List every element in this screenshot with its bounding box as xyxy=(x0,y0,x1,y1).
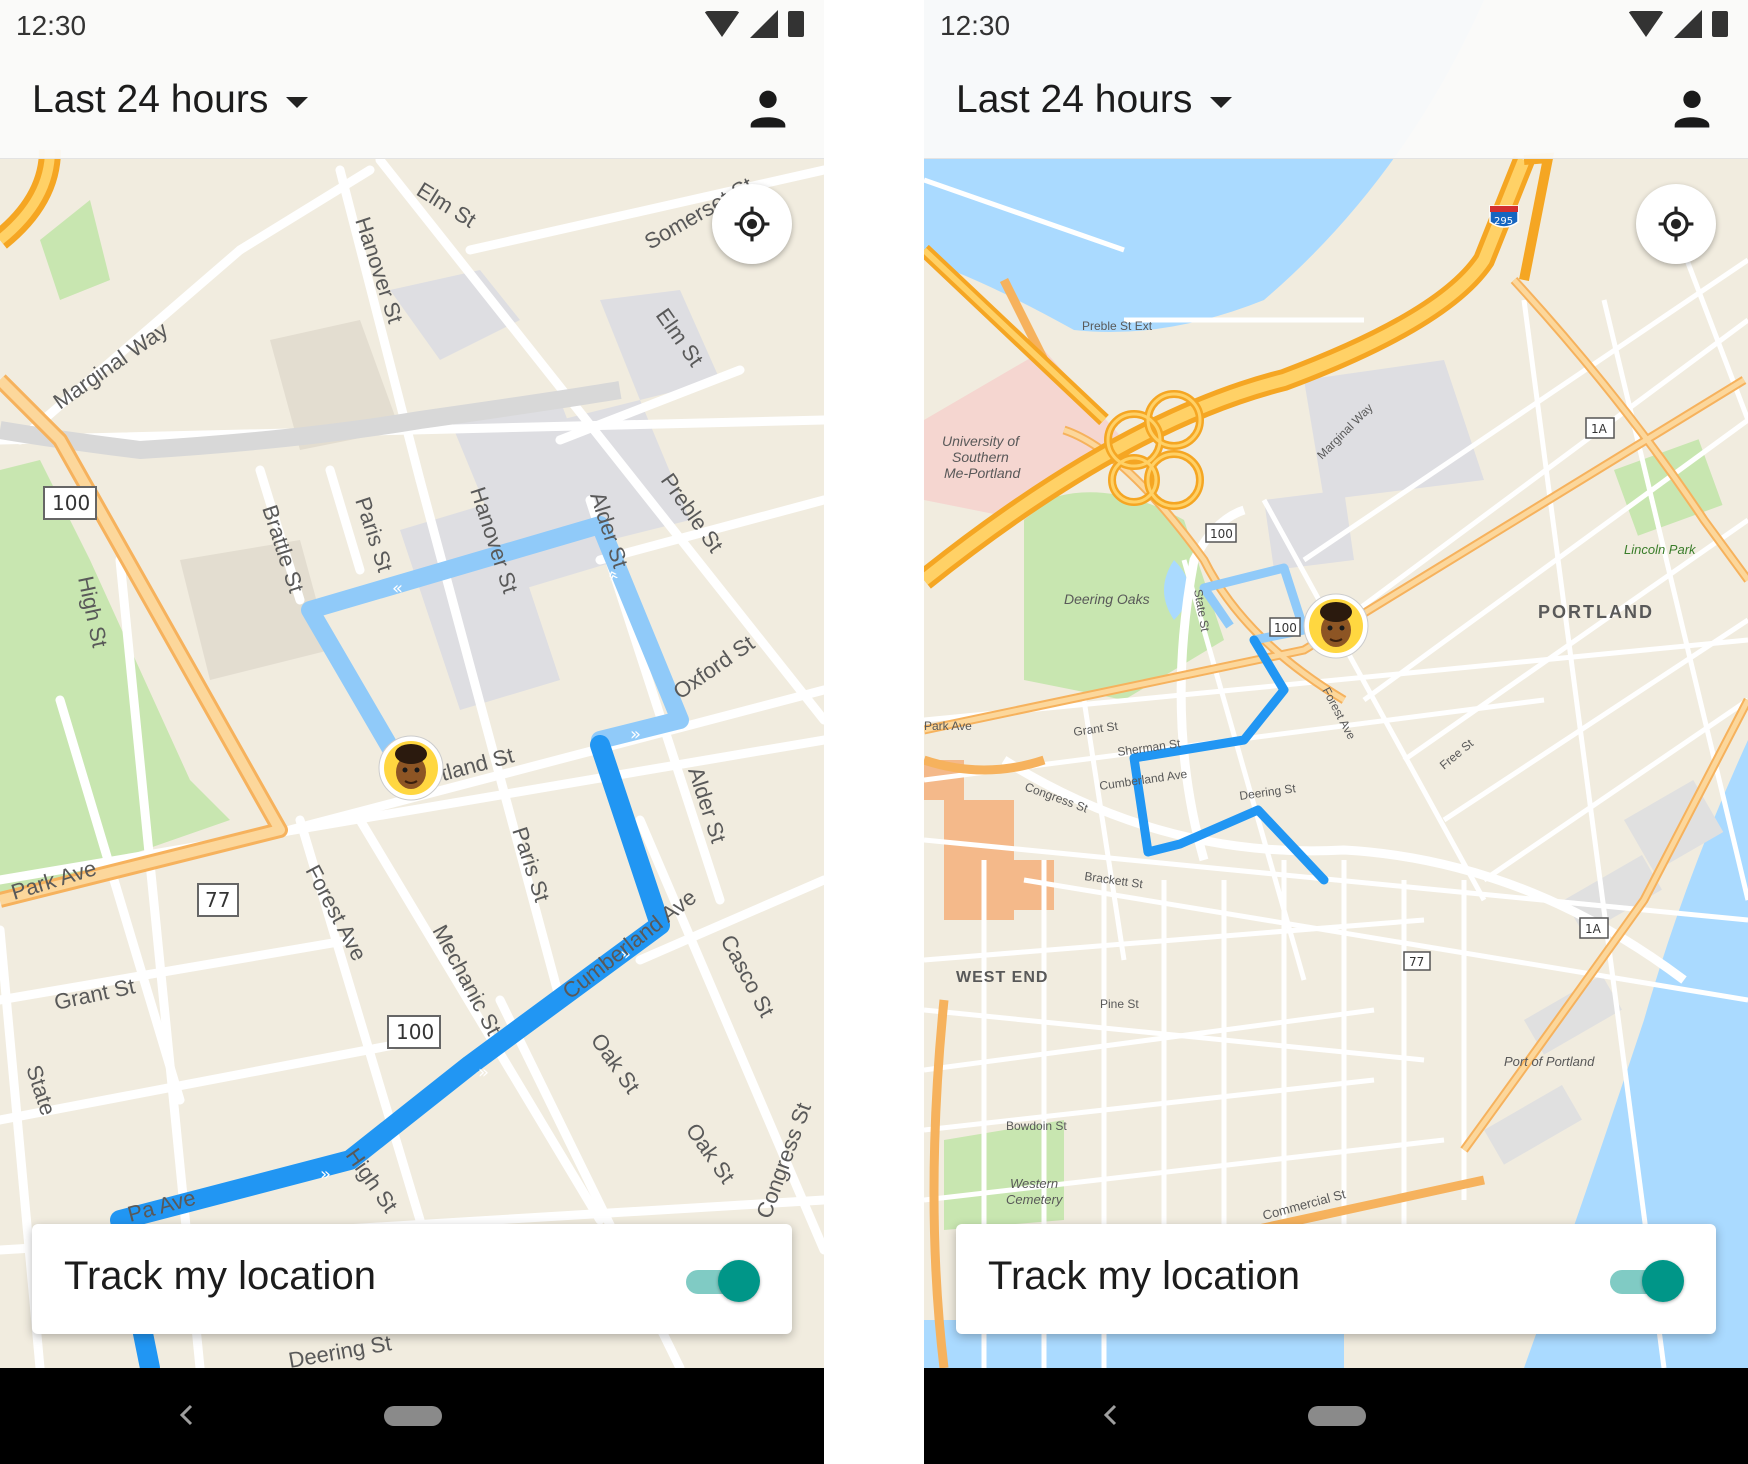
svg-text:Lincoln Park: Lincoln Park xyxy=(1624,542,1697,557)
toggle-thumb xyxy=(1642,1260,1684,1302)
avatar-marker xyxy=(1303,593,1369,659)
gps-fixed-icon xyxy=(734,206,770,242)
my-location-button[interactable] xyxy=(1636,184,1716,264)
dropdown-arrow-icon xyxy=(1210,96,1233,108)
status-time: 12:30 xyxy=(940,10,1011,41)
map-canvas[interactable]: University of Southern Me-Portland Deeri… xyxy=(924,0,1748,1368)
status-icons xyxy=(1628,10,1728,38)
app-bar: 12:30 Last 24 hours xyxy=(924,0,1748,159)
svg-text:Southern: Southern xyxy=(952,449,1009,465)
time-range-label: Last 24 hours xyxy=(32,78,269,121)
phone-right: University of Southern Me-Portland Deeri… xyxy=(924,0,1748,1464)
home-button[interactable] xyxy=(1308,1406,1366,1426)
svg-text:295: 295 xyxy=(1494,216,1513,227)
svg-text:WEST END: WEST END xyxy=(956,969,1048,986)
signal-icon xyxy=(750,10,778,38)
home-button[interactable] xyxy=(384,1406,442,1426)
time-range-dropdown[interactable]: Last 24 hours xyxy=(956,78,1233,122)
svg-text:Western: Western xyxy=(1010,1176,1058,1191)
svg-text:Me-Portland: Me-Portland xyxy=(944,465,1021,481)
track-location-toggle[interactable] xyxy=(686,1260,760,1302)
svg-text:Deering Oaks: Deering Oaks xyxy=(1064,591,1150,607)
svg-text:100: 100 xyxy=(52,491,90,515)
track-location-toggle[interactable] xyxy=(1610,1260,1684,1302)
wifi-icon xyxy=(1628,11,1664,37)
status-time: 12:30 xyxy=(16,10,87,41)
my-location-button[interactable] xyxy=(712,184,792,264)
svg-text:»: » xyxy=(478,1062,489,1083)
wifi-icon xyxy=(704,11,740,37)
svg-text:University of: University of xyxy=(942,433,1021,449)
map-view[interactable]: « « » » » » Elm St Somerset St Marginal … xyxy=(0,0,824,1368)
system-nav-bar xyxy=(924,1368,1748,1464)
back-icon[interactable] xyxy=(174,1402,200,1428)
toggle-thumb xyxy=(718,1260,760,1302)
svg-text:100: 100 xyxy=(396,1020,434,1044)
svg-text:1A: 1A xyxy=(1585,922,1602,936)
person-icon xyxy=(750,90,786,128)
map-view[interactable]: University of Southern Me-Portland Deeri… xyxy=(924,0,1748,1368)
gps-fixed-icon xyxy=(1658,206,1694,242)
svg-text:»: » xyxy=(320,1164,331,1185)
battery-icon xyxy=(788,11,804,37)
svg-text:«: « xyxy=(392,578,403,599)
app-bar: 12:30 Last 24 hours xyxy=(0,0,824,159)
track-location-label: Track my location xyxy=(988,1254,1300,1298)
svg-text:»: » xyxy=(630,724,641,745)
svg-text:77: 77 xyxy=(1409,955,1424,969)
svg-text:PORTLAND: PORTLAND xyxy=(1538,602,1654,622)
account-button[interactable] xyxy=(742,82,794,134)
svg-text:Park Ave: Park Ave xyxy=(924,719,972,733)
track-location-card: Track my location xyxy=(32,1224,792,1334)
system-nav-bar xyxy=(0,1368,824,1464)
svg-text:Port of Portland: Port of Portland xyxy=(1504,1054,1595,1069)
track-location-card: Track my location xyxy=(956,1224,1716,1334)
track-location-label: Track my location xyxy=(64,1254,376,1298)
signal-icon xyxy=(1674,10,1702,38)
svg-text:Cemetery: Cemetery xyxy=(1006,1192,1064,1207)
status-icons xyxy=(704,10,804,38)
person-icon xyxy=(1674,90,1710,128)
svg-text:1A: 1A xyxy=(1591,422,1608,436)
svg-text:100: 100 xyxy=(1210,527,1233,541)
svg-text:Pine St: Pine St xyxy=(1100,997,1139,1011)
battery-icon xyxy=(1712,11,1728,37)
svg-text:Bowdoin St: Bowdoin St xyxy=(1006,1119,1067,1133)
map-canvas[interactable]: « « » » » » Elm St Somerset St Marginal … xyxy=(0,0,824,1368)
phone-left: « « » » » » Elm St Somerset St Marginal … xyxy=(0,0,824,1464)
svg-text:Preble St Ext: Preble St Ext xyxy=(1082,319,1153,333)
account-button[interactable] xyxy=(1666,82,1718,134)
avatar-marker xyxy=(378,735,444,801)
svg-text:77: 77 xyxy=(205,888,230,912)
svg-text:100: 100 xyxy=(1274,621,1297,635)
time-range-label: Last 24 hours xyxy=(956,78,1193,121)
dropdown-arrow-icon xyxy=(286,96,309,108)
time-range-dropdown[interactable]: Last 24 hours xyxy=(32,78,309,122)
back-icon[interactable] xyxy=(1098,1402,1124,1428)
